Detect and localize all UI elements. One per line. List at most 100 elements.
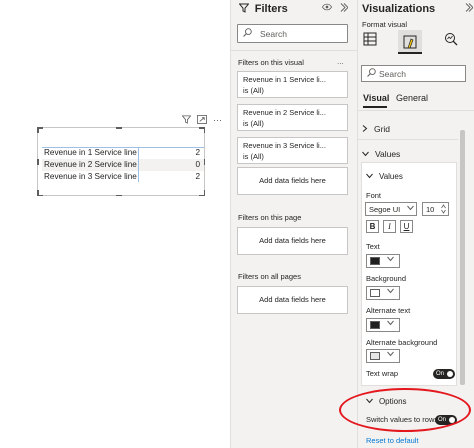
resize-handle[interactable] — [37, 190, 39, 196]
more-options-icon[interactable]: ... — [337, 57, 344, 66]
resize-handle[interactable] — [37, 159, 39, 165]
table-body: Revenue in 1 Service line 2 Revenue in 2… — [42, 147, 204, 183]
chevron-down-icon — [387, 288, 394, 296]
filters-on-visual-label: Filters on this visual — [238, 58, 304, 67]
filters-pane — [230, 0, 357, 448]
filter-card[interactable]: Revenue in 1 Service li... is (All) — [237, 71, 348, 98]
tab-visual[interactable]: Visual — [363, 93, 389, 103]
search-placeholder: Search — [379, 69, 406, 79]
search-icon — [367, 68, 376, 79]
more-options-icon[interactable]: ⋯ — [213, 115, 222, 125]
background-color-picker[interactable] — [366, 286, 400, 300]
background-color-label: Background — [366, 274, 407, 283]
format-visual-icon[interactable] — [398, 30, 422, 54]
text-wrap-toggle[interactable]: On — [433, 369, 455, 379]
column-divider[interactable] — [138, 148, 139, 182]
visual-header: ⋯ — [181, 114, 234, 126]
text-color-picker[interactable] — [366, 254, 400, 268]
reset-to-default-link[interactable]: Reset to default — [366, 436, 419, 445]
divider — [230, 50, 357, 51]
add-data-fields-all-pages[interactable]: Add data fields here — [237, 286, 348, 314]
analytics-icon[interactable] — [440, 31, 462, 53]
filters-on-page-label: Filters on this page — [238, 213, 302, 222]
chevron-down-icon — [366, 173, 375, 181]
eye-icon[interactable] — [321, 3, 333, 13]
chevron-down-icon — [387, 320, 394, 328]
chevron-right-icon — [362, 125, 370, 134]
chevron-down-icon — [387, 351, 394, 359]
filter-card-field: Revenue in 3 Service li... — [243, 141, 326, 150]
add-data-fields-page[interactable]: Add data fields here — [237, 227, 348, 255]
stepper-arrows-icon[interactable] — [441, 204, 446, 216]
active-tab-indicator — [363, 106, 387, 108]
font-label: Font — [366, 191, 382, 200]
report-canvas — [0, 0, 230, 448]
collapse-pane-icon[interactable] — [340, 3, 349, 15]
filters-title-text: Filters — [254, 3, 288, 15]
resize-handle[interactable] — [116, 194, 122, 196]
filter-card-field: Revenue in 1 Service li... — [243, 75, 326, 84]
search-placeholder: Search — [260, 29, 287, 39]
divider — [357, 139, 458, 140]
bold-button[interactable]: B — [366, 220, 379, 233]
divider — [357, 110, 474, 111]
filter-card-state: is (All) — [243, 86, 264, 95]
toggle-state: On — [436, 371, 445, 377]
chevron-down-icon — [362, 151, 371, 159]
resize-handle[interactable] — [37, 127, 39, 133]
collapse-pane-icon[interactable] — [465, 3, 474, 15]
italic-button[interactable]: I — [383, 220, 396, 233]
row-label: Revenue in 1 Service line — [44, 148, 137, 157]
text-color-label: Text — [366, 242, 380, 251]
alternate-background-label: Alternate background — [366, 338, 438, 347]
row-label: Revenue in 2 Service line — [44, 160, 137, 169]
filter-card[interactable]: Revenue in 3 Service li... is (All) — [237, 137, 348, 164]
scrollbar[interactable] — [460, 130, 465, 385]
filters-title: Filters — [238, 3, 288, 15]
filters-search-input[interactable]: Search — [237, 24, 348, 43]
filter-card-state: is (All) — [243, 119, 264, 128]
values-section-label: Values — [374, 149, 401, 159]
alternate-text-color-picker[interactable] — [366, 318, 400, 332]
text-wrap-label: Text wrap — [366, 369, 399, 378]
color-swatch — [370, 352, 380, 360]
filter-card[interactable]: Revenue in 2 Service li... is (All) — [237, 104, 348, 131]
color-swatch — [370, 289, 380, 297]
resize-handle[interactable] — [203, 127, 205, 133]
resize-handle[interactable] — [116, 127, 122, 129]
underline-button[interactable]: U — [400, 220, 413, 233]
visualizations-title: Visualizations — [362, 3, 436, 15]
format-search-input[interactable]: Search — [361, 65, 466, 82]
table-row[interactable]: Revenue in 3 Service line 2 — [42, 171, 204, 183]
values-section-header[interactable]: Values — [362, 149, 400, 159]
filters-on-all-pages-label: Filters on all pages — [238, 272, 301, 281]
row-label: Revenue in 3 Service line — [44, 172, 137, 181]
font-size-value: 10 — [426, 205, 435, 214]
search-icon — [243, 28, 252, 39]
tab-general[interactable]: General — [396, 93, 428, 103]
table-row[interactable]: Revenue in 2 Service line 0 — [42, 159, 204, 171]
table-row[interactable]: Revenue in 1 Service line 2 — [42, 147, 204, 159]
chevron-down-icon — [407, 205, 414, 213]
row-value: 2 — [195, 148, 200, 157]
row-value: 0 — [195, 160, 200, 169]
format-visual-label: Format visual — [362, 20, 408, 29]
filter-card-field: Revenue in 2 Service li... — [243, 108, 326, 117]
filter-icon[interactable] — [181, 114, 192, 126]
alternate-background-color-picker[interactable] — [366, 349, 400, 363]
highlight-annotation — [339, 388, 471, 432]
build-visual-icon[interactable] — [359, 31, 381, 53]
values-card-header[interactable]: Values — [366, 172, 403, 181]
font-family-select[interactable]: Segoe UI — [365, 202, 417, 216]
values-card-label: Values — [378, 172, 403, 181]
filter-card-state: is (All) — [243, 152, 264, 161]
row-value: 2 — [195, 172, 200, 181]
resize-handle[interactable] — [203, 190, 205, 196]
grid-label: Grid — [373, 124, 391, 134]
grid-section-header[interactable]: Grid — [362, 124, 390, 134]
alternate-text-label: Alternate text — [366, 306, 411, 315]
font-size-stepper[interactable]: 10 — [422, 202, 449, 216]
add-data-fields-visual[interactable]: Add data fields here — [237, 167, 348, 195]
focus-mode-icon[interactable] — [197, 114, 207, 126]
color-swatch — [370, 257, 380, 265]
